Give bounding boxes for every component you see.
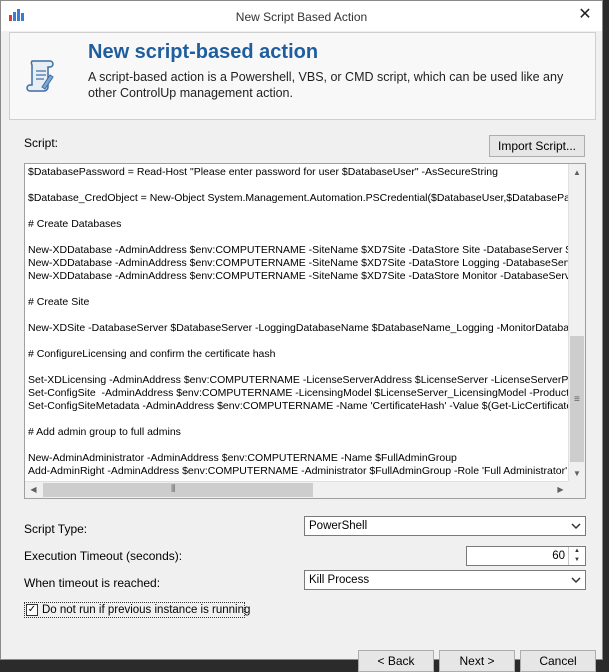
wizard-header: New script-based action A script-based a… xyxy=(9,32,596,120)
scroll-right-icon[interactable]: ▶ xyxy=(552,482,569,498)
close-button[interactable]: ✕ xyxy=(576,6,594,24)
script-line: Set-ConfigSite -AdminAddress $env:COMPUT… xyxy=(28,387,569,399)
do-not-run-checkbox[interactable]: ✓ xyxy=(26,604,38,616)
title-bar[interactable]: New Script Based Action ✕ xyxy=(1,1,602,31)
dialog-window: New Script Based Action ✕ New script-bas… xyxy=(0,0,603,672)
script-line: New-XDSite -DatabaseServer $DatabaseServ… xyxy=(28,322,569,334)
page-description: A script-based action is a Powershell, V… xyxy=(88,70,564,100)
script-line: New-XDDatabase -AdminAddress $env:COMPUT… xyxy=(28,244,569,256)
script-line: $DatabasePassword = Read-Host "Please en… xyxy=(28,166,498,178)
chevron-down-icon xyxy=(571,523,581,530)
back-button[interactable]: < Back xyxy=(358,650,434,672)
script-editor[interactable]: $DatabasePassword = Read-Host "Please en… xyxy=(24,163,586,499)
grip-icon: ⦀ xyxy=(171,484,176,495)
cancel-button[interactable]: Cancel xyxy=(520,650,596,672)
when-timeout-label: When timeout is reached: xyxy=(24,576,161,590)
script-line: # Create Databases xyxy=(28,218,122,230)
script-line: $Database_CredObject = New-Object System… xyxy=(28,192,569,204)
stepper-up-icon[interactable]: ▲ xyxy=(569,547,585,556)
script-line: New-XDDatabase -AdminAddress $env:COMPUT… xyxy=(28,257,569,269)
script-line: New-XDDatabase -AdminAddress $env:COMPUT… xyxy=(28,270,569,282)
script-line: # ConfigureLicensing and confirm the cer… xyxy=(28,348,276,360)
vertical-scroll-thumb[interactable]: ≡ xyxy=(570,336,584,462)
next-button[interactable]: Next > xyxy=(439,650,515,672)
stepper-down-icon[interactable]: ▼ xyxy=(569,556,585,565)
script-line: # Add admin group to full admins xyxy=(28,426,181,438)
script-line: Set-XDLicensing -AdminAddress $env:COMPU… xyxy=(28,374,569,386)
do-not-run-label: Do not run if previous instance is runni… xyxy=(42,604,251,616)
when-timeout-select[interactable]: Kill Process xyxy=(304,570,586,590)
horizontal-scrollbar[interactable]: ◀ ⦀ ▶ xyxy=(25,481,569,498)
horizontal-scroll-thumb[interactable]: ⦀ xyxy=(43,483,313,497)
chevron-down-icon xyxy=(571,577,581,584)
import-script-button[interactable]: Import Script... xyxy=(489,135,585,157)
stepper-buttons: ▲ ▼ xyxy=(568,547,585,565)
script-type-select[interactable]: PowerShell xyxy=(304,516,586,536)
timeout-stepper[interactable]: 60 ▲ ▼ xyxy=(466,546,586,566)
script-line: New-AdminAdministrator -AdminAddress $en… xyxy=(28,452,457,464)
scroll-down-icon[interactable]: ▼ xyxy=(569,465,585,482)
scrollbar-corner xyxy=(568,481,585,498)
script-line: Add-AdminRight -AdminAddress $env:COMPUT… xyxy=(28,465,569,477)
window-title: New Script Based Action xyxy=(235,10,368,24)
script-label: Script: xyxy=(24,136,59,150)
scroll-left-icon[interactable]: ◀ xyxy=(25,482,42,498)
do-not-run-option[interactable]: ✓ Do not run if previous instance is run… xyxy=(24,602,250,618)
scroll-up-icon[interactable]: ▲ xyxy=(569,164,585,181)
page-title: New script-based action xyxy=(88,41,319,63)
script-line: # Create Site xyxy=(28,296,90,308)
script-code-area[interactable]: $DatabasePassword = Read-Host "Please en… xyxy=(25,164,569,482)
grip-icon: ≡ xyxy=(574,394,580,405)
script-line: Set-ConfigSiteMetadata -AdminAddress $en… xyxy=(28,400,569,412)
script-type-value: PowerShell xyxy=(309,520,368,532)
vertical-scrollbar[interactable]: ▲ ≡ ▼ xyxy=(568,164,585,482)
script-scroll-icon xyxy=(26,60,54,92)
timeout-label: Execution Timeout (seconds): xyxy=(24,549,183,563)
timeout-value: 60 xyxy=(552,550,565,562)
when-timeout-value: Kill Process xyxy=(309,574,370,586)
script-type-label: Script Type: xyxy=(24,522,88,536)
